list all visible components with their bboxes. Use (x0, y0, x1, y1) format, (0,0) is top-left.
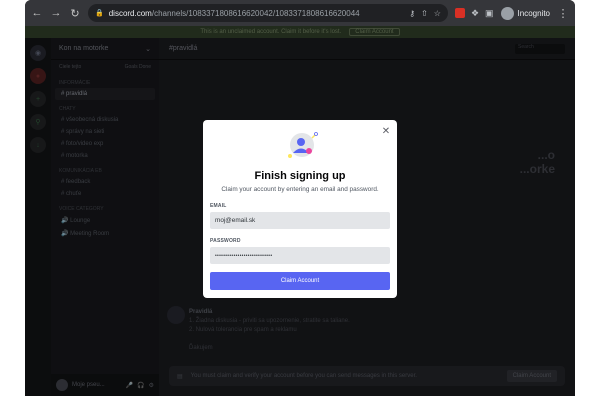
browser-toolbar: ← → ↻ 🔒 discord.com/channels/10833718086… (25, 0, 575, 26)
extension-icon[interactable] (454, 8, 465, 18)
modal-title: Finish signing up (254, 170, 346, 182)
finish-signup-modal: ✕ Finish signing up Claim your account b… (203, 120, 397, 298)
password-field[interactable]: •••••••••••••••••••••••••••• (210, 247, 390, 264)
email-label: EMAIL (210, 203, 227, 209)
address-bar[interactable]: 🔒 discord.com/channels/10833718086166200… (88, 4, 448, 22)
profile-label: Incognito (517, 8, 550, 18)
email-field[interactable]: moj@email.sk (210, 212, 390, 229)
incognito-icon (500, 6, 514, 20)
modal-subtitle: Claim your account by entering an email … (221, 186, 379, 193)
profile-button[interactable]: Incognito (500, 6, 550, 20)
share-icon[interactable]: ⇧ (421, 9, 428, 18)
back-icon[interactable]: ← (31, 7, 43, 19)
url-path: /channels/1083371808616620042/1083371808… (151, 8, 360, 18)
key-icon[interactable]: ⚷ (409, 9, 415, 18)
reload-icon[interactable]: ↻ (69, 7, 81, 20)
close-icon[interactable]: ✕ (381, 127, 391, 137)
user-illustration-icon (288, 132, 318, 158)
puzzle-icon[interactable]: ❖ (471, 8, 479, 19)
url-host: discord.com (108, 8, 152, 18)
menu-icon[interactable]: ⋮ (557, 7, 569, 20)
star-icon[interactable]: ☆ (434, 9, 441, 18)
lock-icon: 🔒 (95, 10, 104, 17)
claim-account-button[interactable]: Claim Account (210, 272, 390, 290)
password-label: PASSWORD (210, 238, 241, 244)
forward-icon[interactable]: → (50, 7, 62, 19)
sidepanel-icon[interactable]: ▣ (485, 8, 494, 19)
